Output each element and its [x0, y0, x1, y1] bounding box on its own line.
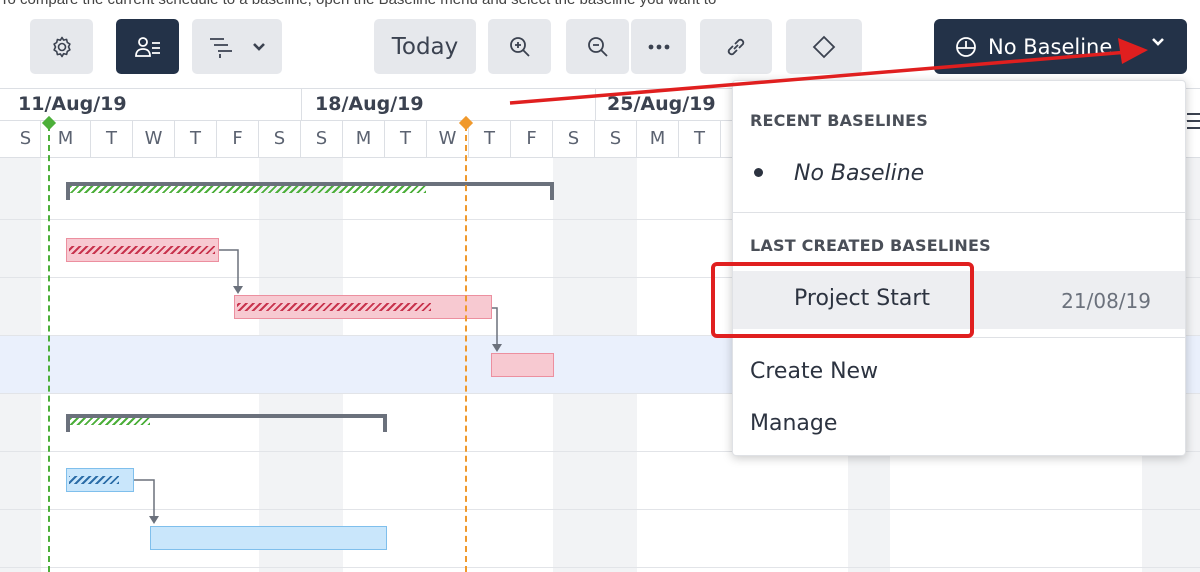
- day-label: T: [385, 121, 427, 158]
- create-new-option[interactable]: Create New: [733, 349, 1185, 395]
- week-label: 11/Aug/19: [18, 93, 127, 115]
- gear-icon: [52, 36, 71, 57]
- baseline-menu-button[interactable]: No Baseline: [934, 19, 1187, 74]
- chevron-down-icon: [253, 42, 265, 51]
- settings-button[interactable]: [30, 19, 93, 74]
- week-label: 18/Aug/19: [315, 93, 424, 115]
- day-label: T: [175, 121, 217, 158]
- day-label: T: [679, 121, 721, 158]
- day-label: W: [133, 121, 175, 158]
- user-list-icon: [134, 36, 160, 57]
- more-options-button[interactable]: [631, 19, 686, 74]
- baseline-date: 21/08/19: [1061, 289, 1151, 313]
- day-label: S: [595, 121, 637, 158]
- hamburger-icon[interactable]: [1187, 113, 1200, 134]
- gantt-view-dropdown[interactable]: [192, 19, 282, 74]
- zoom-in-icon: [509, 36, 530, 57]
- no-baseline-option[interactable]: No Baseline: [733, 151, 1185, 199]
- day-label: T: [469, 121, 511, 158]
- day-label: F: [511, 121, 553, 158]
- gantt-icon: [210, 37, 232, 58]
- week-divider: [595, 89, 596, 121]
- selected-dot-icon: [754, 168, 763, 177]
- option-label: Manage: [750, 411, 838, 436]
- link-icon: [727, 38, 745, 55]
- day-label: S: [301, 121, 343, 158]
- resource-view-button[interactable]: [116, 19, 179, 74]
- link-tasks-button[interactable]: [700, 19, 772, 74]
- zoom-out-button[interactable]: [566, 19, 629, 74]
- option-label: No Baseline: [794, 161, 925, 186]
- last-created-heading: LAST CREATED BASELINES: [750, 236, 991, 255]
- baseline-icon: [956, 36, 976, 57]
- day-label: S: [553, 121, 595, 158]
- day-label: M: [637, 121, 679, 158]
- day-label: S: [11, 121, 41, 158]
- chevron-down-icon: [1152, 38, 1164, 46]
- baseline-marker-line: [465, 125, 467, 572]
- recent-baselines-heading: RECENT BASELINES: [750, 111, 929, 130]
- more-icon: [648, 44, 669, 49]
- week-divider: [301, 89, 302, 121]
- diamond-icon: [812, 35, 836, 58]
- highlight-box: [711, 262, 974, 338]
- dependency-arrows: [134, 249, 502, 524]
- menu-divider: [733, 212, 1185, 213]
- day-label: F: [217, 121, 259, 158]
- day-label: S: [259, 121, 301, 158]
- zoom-out-icon: [587, 36, 608, 57]
- day-label: T: [91, 121, 133, 158]
- today-label: Today: [391, 33, 459, 60]
- zoom-in-button[interactable]: [488, 19, 551, 74]
- baseline-label: No Baseline: [988, 34, 1113, 59]
- today-button[interactable]: Today: [374, 19, 476, 74]
- week-label: 25/Aug/19: [607, 93, 716, 115]
- instruction-text-fragment: To compare the current schedule to a bas…: [0, 0, 1200, 9]
- manage-option[interactable]: Manage: [733, 401, 1185, 447]
- option-label: Create New: [750, 359, 879, 384]
- milestone-button[interactable]: [786, 19, 862, 74]
- today-marker-line: [48, 125, 50, 572]
- day-label: M: [343, 121, 385, 158]
